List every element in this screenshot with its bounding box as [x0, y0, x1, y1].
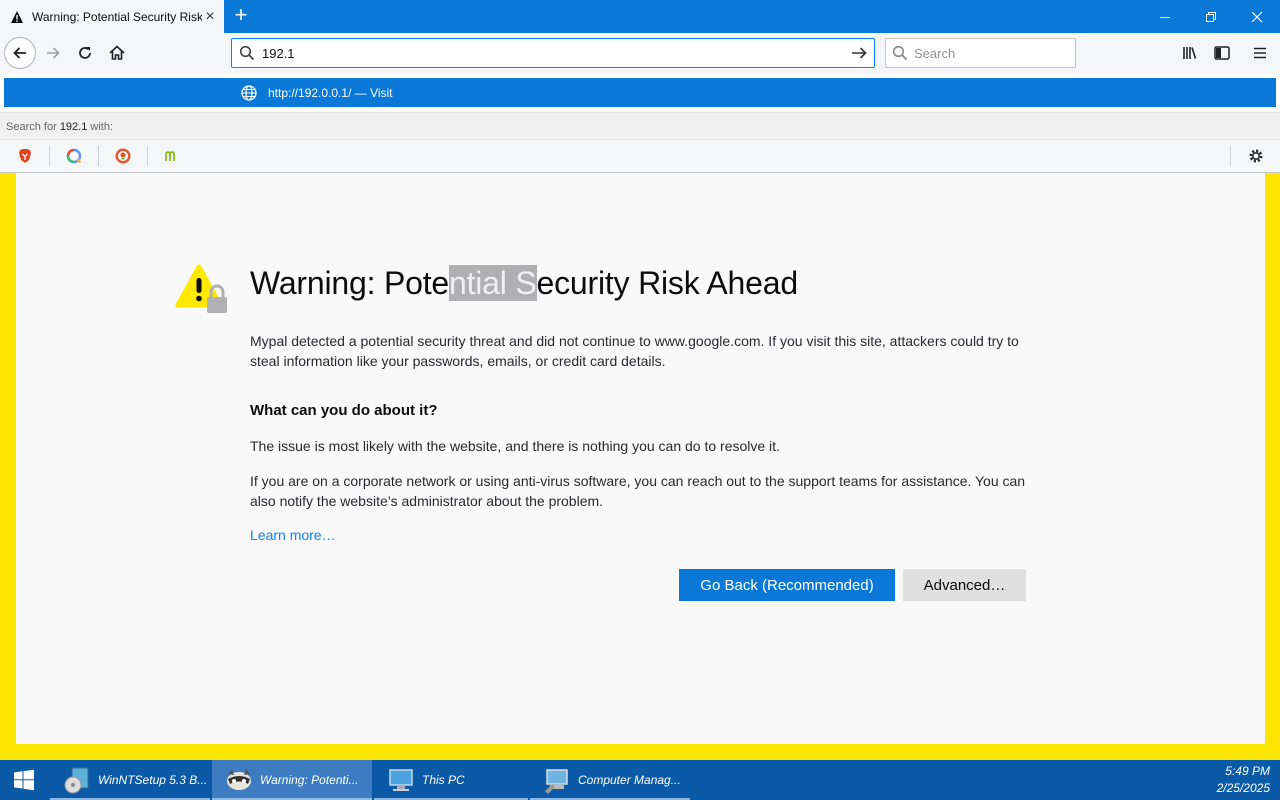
setup-disc-icon [64, 767, 89, 794]
hamburger-menu-icon [1254, 47, 1266, 59]
taskbar-item-this-pc[interactable]: This PC [374, 760, 528, 800]
close-icon [1251, 11, 1263, 22]
duckduckgo-icon [115, 148, 131, 164]
qwant-search-engine[interactable] [63, 145, 85, 167]
one-off-search-engines [0, 140, 1280, 173]
reload-button[interactable] [70, 38, 100, 68]
intro-text: Mypal detected a potential security thre… [250, 333, 1019, 369]
taskbar-item-browser[interactable]: Warning: Potenti... [212, 760, 372, 800]
windows-logo-icon [14, 769, 34, 791]
forward-button[interactable] [38, 38, 68, 68]
taskbar-item-computer-management[interactable]: Computer Manag... [530, 760, 690, 800]
restore-icon [1206, 11, 1216, 22]
what-can-you-do-heading: What can you do about it? [250, 402, 438, 419]
clock-time: 5:49 PM [1225, 764, 1270, 778]
search-icon [232, 45, 262, 61]
advanced-button[interactable]: Advanced… [903, 569, 1026, 601]
issue-text: The issue is most likely with the websit… [250, 438, 780, 454]
start-button[interactable] [0, 760, 48, 800]
corporate-network-text: If you are on a corporate network or usi… [250, 473, 1026, 509]
taskbar-item-label: WinNTSetup 5.3 B... [98, 773, 208, 787]
taskbar: WinNTSetup 5.3 B... Warning: Potenti... … [0, 760, 1280, 800]
tab-security-warning[interactable]: Warning: Potential Security Risk A × [0, 0, 224, 33]
warning-icon [10, 10, 24, 24]
brave-icon [19, 149, 31, 163]
mojeek-icon [165, 151, 175, 161]
search-settings-button[interactable] [1244, 145, 1268, 167]
library-icon [1183, 47, 1197, 59]
go-back-button[interactable]: Go Back (Recommended) [679, 569, 895, 601]
address-bar[interactable] [231, 38, 875, 68]
taskbar-item-label: Warning: Potenti... [260, 773, 359, 787]
go-arrow-icon[interactable] [844, 44, 874, 62]
taskbar-item-label: Computer Manag... [578, 773, 681, 787]
taskbar-item-winntsetup[interactable]: WinNTSetup 5.3 B... [50, 760, 210, 800]
address-input[interactable] [262, 45, 844, 61]
reload-icon [79, 47, 91, 59]
system-clock[interactable]: 5:49 PM 2/25/2025 [1217, 763, 1270, 797]
tab-strip: Warning: Potential Security Risk A × + [0, 0, 1280, 33]
tab-title: Warning: Potential Security Risk A [32, 9, 202, 24]
taskbar-item-label: This PC [422, 773, 465, 787]
home-icon [109, 45, 125, 60]
error-page: Warning: Potential Security Risk Ahead M… [16, 173, 1265, 744]
sidebar-button[interactable] [1207, 38, 1237, 68]
sidebar-icon [1214, 46, 1230, 60]
brave-search-engine[interactable] [14, 145, 36, 167]
duckduckgo-search-engine[interactable] [112, 145, 134, 167]
suggestion-url-text: http://192.0.0.1/ — Visit [268, 86, 393, 100]
navigation-toolbar [0, 33, 1280, 74]
computer-management-icon [545, 769, 568, 794]
suggestion-visit-url[interactable]: http://192.0.0.1/ — Visit [4, 78, 1276, 107]
close-window-button[interactable] [1234, 0, 1280, 33]
url-suggestions-popup: http://192.0.0.1/ — Visit Search for 192… [0, 74, 1280, 173]
search-for-row: Search for 192.1 with: [0, 112, 1280, 140]
menu-button[interactable] [1245, 38, 1275, 68]
forward-arrow-icon [47, 47, 60, 59]
clock-date: 2/25/2025 [1216, 781, 1270, 795]
divider [49, 146, 50, 166]
page-title: Warning: Potential Security Risk Ahead [250, 265, 798, 301]
search-for-label: Search for 192.1 with: [6, 121, 114, 133]
restore-button[interactable] [1188, 0, 1234, 33]
minimize-icon [1160, 16, 1170, 18]
home-button[interactable] [102, 38, 132, 68]
mojeek-search-engine[interactable] [161, 145, 183, 167]
search-input[interactable] [914, 45, 1075, 61]
security-warning-icon [175, 264, 227, 313]
new-tab-button[interactable]: + [229, 4, 253, 28]
search-bar[interactable] [885, 38, 1076, 68]
this-pc-icon [389, 769, 413, 791]
qwant-icon [66, 148, 82, 164]
back-arrow-icon [13, 47, 26, 59]
globe-icon [241, 85, 257, 101]
library-button[interactable] [1175, 38, 1205, 68]
divider [98, 146, 99, 166]
search-icon [886, 45, 914, 61]
gear-icon [1249, 149, 1263, 163]
minimize-button[interactable] [1142, 0, 1188, 33]
divider [1230, 146, 1231, 166]
mypal-raccoon-icon [227, 769, 251, 790]
tab-close-icon[interactable]: × [202, 8, 218, 25]
divider [147, 146, 148, 166]
learn-more-link[interactable]: Learn more… [250, 527, 336, 543]
back-button[interactable] [4, 37, 36, 69]
